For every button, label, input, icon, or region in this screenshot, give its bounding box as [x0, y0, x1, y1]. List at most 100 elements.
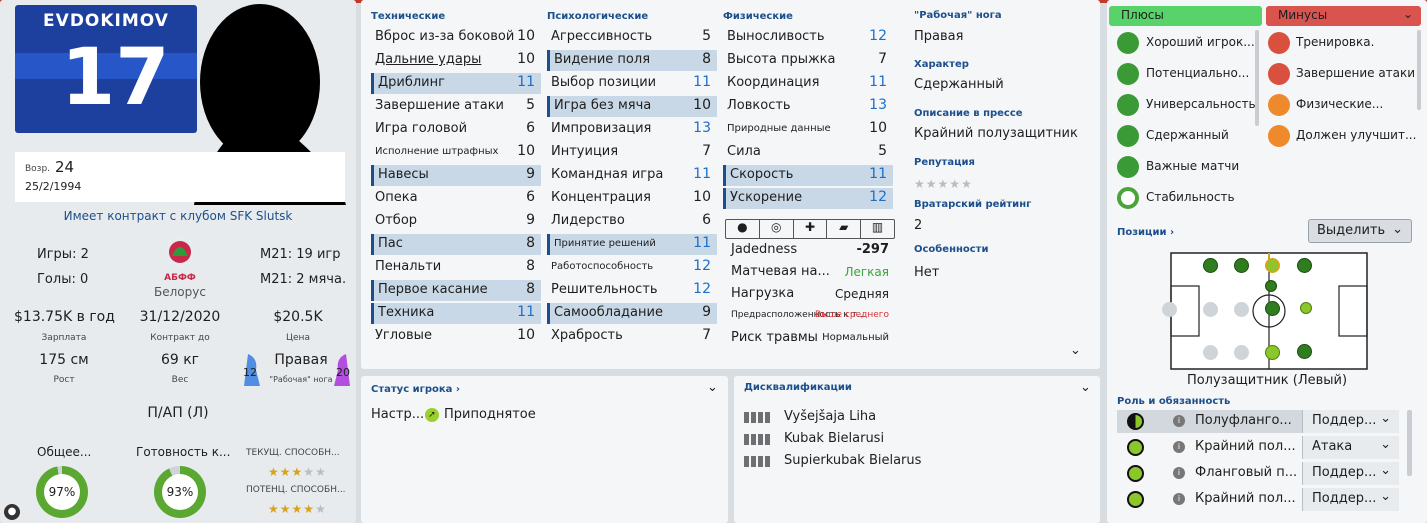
role-row[interactable]: i Фланговый п... Поддер... ⌄ [1117, 462, 1399, 485]
pro-item[interactable]: Стабильность [1146, 190, 1235, 204]
attribute-row[interactable]: Игра головой 6 [371, 119, 541, 140]
positions-title[interactable]: Позиции › [1117, 227, 1174, 238]
boot-tab-icon[interactable]: ▰ [827, 220, 862, 238]
role-row[interactable]: i Крайний пол... Поддер... ⌄ [1117, 488, 1399, 511]
attribute-row[interactable]: Пенальти 8 [371, 257, 541, 278]
duty-dropdown[interactable]: Поддер... ⌄ [1302, 410, 1399, 433]
injury-proneness-value: Выше среднего [815, 310, 889, 320]
attribute-row[interactable]: Опека 6 [371, 188, 541, 209]
cons-scrollbar[interactable] [1417, 30, 1421, 110]
attribute-row[interactable]: Видение поля 8 [547, 50, 717, 71]
position-name: Полузащитник (Левый) [1186, 373, 1348, 388]
attribute-row[interactable]: Сила 5 [723, 142, 893, 163]
pro-item[interactable]: Важные матчи [1146, 159, 1239, 173]
attribute-row[interactable]: Лидерство 6 [547, 211, 717, 232]
attribute-row[interactable]: Координация 11 [723, 73, 893, 94]
con-item[interactable]: Тренировка. [1296, 35, 1374, 49]
status-title[interactable]: Статус игрока › [371, 384, 460, 395]
duty-dropdown[interactable]: Поддер... ⌄ [1302, 462, 1399, 485]
versatility-icon [1117, 94, 1139, 116]
value-label: Цена [286, 333, 310, 343]
attribute-row[interactable]: Высота прыжка 7 [723, 50, 893, 71]
ball-tab-icon[interactable]: ◎ [760, 220, 794, 238]
con-item[interactable]: Завершение атаки [1296, 66, 1415, 80]
con-item[interactable]: Физические... [1296, 97, 1383, 111]
attribute-value: 7 [702, 327, 711, 343]
role-row[interactable]: i Полуфланго... Поддер... ⌄ [1117, 410, 1399, 433]
attribute-row[interactable]: Техника 11 [371, 303, 541, 324]
attribute-row[interactable]: Импровизация 13 [547, 119, 717, 140]
competition-name[interactable]: Supierkubak Bielarus [784, 453, 921, 468]
attribute-name: Навесы [378, 167, 429, 182]
cons-chevron-icon[interactable]: ⌄ [1403, 7, 1413, 21]
weight-value: 69 кг [160, 352, 200, 368]
pros-scrollbar[interactable] [1255, 30, 1259, 126]
mood-label: Настр... [371, 407, 425, 422]
attribute-row[interactable]: Выносливость 12 [723, 27, 893, 48]
attribute-name: Координация [727, 75, 820, 90]
attribute-value: 12 [693, 258, 711, 274]
star-icon: ★ [291, 502, 304, 516]
role-info-icon[interactable]: i [1173, 493, 1185, 505]
pro-item[interactable]: Универсальность [1146, 97, 1256, 111]
attribute-row[interactable]: Самообладание 9 [547, 303, 717, 324]
attribute-row[interactable]: Вброс из-за боковой 10 [371, 27, 541, 48]
pro-item[interactable]: Потенциально... [1146, 66, 1249, 80]
role-info-icon[interactable]: i [1173, 415, 1185, 427]
attribute-value: 11 [693, 235, 711, 251]
profile-info-icon[interactable]: ● [4, 504, 20, 520]
con-item[interactable]: Должен улучшит... [1296, 128, 1416, 142]
attribute-row[interactable]: Командная игра 11 [547, 165, 717, 186]
role-info-icon[interactable]: i [1173, 467, 1185, 479]
info-tab-icon[interactable]: ● [726, 220, 760, 238]
attribute-row[interactable]: Интуиция 7 [547, 142, 717, 163]
attribute-row[interactable]: Выбор позиции 11 [547, 73, 717, 94]
duty-value: Поддер... [1312, 491, 1377, 506]
chart-tab-icon[interactable]: ▥ [861, 220, 894, 238]
attribute-row[interactable]: Навесы 9 [371, 165, 541, 186]
role-name: Крайний пол... [1195, 439, 1296, 454]
federation-logo-icon[interactable]: АБФФ [160, 234, 200, 284]
duty-dropdown[interactable]: Атака ⌄ [1302, 436, 1399, 459]
attribute-row[interactable]: Угловые 10 [371, 326, 541, 347]
attribute-row[interactable]: Отбор 9 [371, 211, 541, 232]
mood-value: Приподнятое [444, 407, 536, 422]
press-value: Крайний полузащитник [914, 126, 1078, 141]
duty-dropdown[interactable]: Поддер... ⌄ [1302, 488, 1399, 511]
pos-dot-mr [1300, 302, 1312, 314]
attribute-name: Интуиция [551, 144, 619, 159]
attribute-row[interactable]: Дриблинг 11 [371, 73, 541, 94]
attribute-row[interactable]: Пас 8 [371, 234, 541, 255]
attribute-row[interactable]: Первое касание 8 [371, 280, 541, 301]
attribute-row[interactable]: Работоспособность 12 [547, 257, 717, 278]
attribute-row[interactable]: Ловкость 13 [723, 96, 893, 117]
pro-item[interactable]: Сдержанный [1146, 128, 1229, 142]
attribute-row[interactable]: Ускорение 12 [723, 188, 893, 209]
status-chevron-icon[interactable]: ⌄ [707, 380, 718, 395]
medical-tab-icon[interactable]: ✚ [794, 220, 828, 238]
attribute-row[interactable]: Завершение атаки 5 [371, 96, 541, 117]
contract-club-link[interactable]: Имеет контракт с клубом SFK Slutsk [0, 209, 356, 223]
highlight-dropdown[interactable]: Выделить ⌄ [1308, 219, 1412, 243]
attribute-row[interactable]: Скорость 11 [723, 165, 893, 186]
roles-scrollbar[interactable] [1407, 410, 1412, 476]
competition-name[interactable]: Vyšejšaja Liha [784, 409, 876, 424]
pro-item[interactable]: Хороший игрок... [1146, 35, 1255, 49]
suspensions-chevron-icon[interactable]: ⌄ [1080, 380, 1091, 395]
expand-chevron-icon[interactable]: ⌄ [1070, 343, 1081, 358]
pos-dot-aml [1203, 258, 1218, 273]
attribute-row[interactable]: Храбрость 7 [547, 326, 717, 347]
attribute-row[interactable]: Принятие решений 11 [547, 234, 717, 255]
attribute-row[interactable]: Решительность 12 [547, 280, 717, 301]
role-info-icon[interactable]: i [1173, 441, 1185, 453]
attribute-row[interactable]: Концентрация 10 [547, 188, 717, 209]
press-label: Описание в прессе [914, 108, 1023, 119]
attribute-row[interactable]: Игра без мяча 10 [547, 96, 717, 117]
attribute-row[interactable]: Исполнение штрафных 10 [371, 142, 541, 163]
attribute-row[interactable]: Дальние удары 10 [371, 50, 541, 71]
attribute-row[interactable]: Агрессивность 5 [547, 27, 717, 48]
role-row[interactable]: i Крайний пол... Атака ⌄ [1117, 436, 1399, 459]
mood-up-icon: ➚ [425, 408, 439, 422]
competition-name[interactable]: Kubak Bielarusi [784, 431, 884, 446]
attribute-row[interactable]: Природные данные 10 [723, 119, 893, 140]
